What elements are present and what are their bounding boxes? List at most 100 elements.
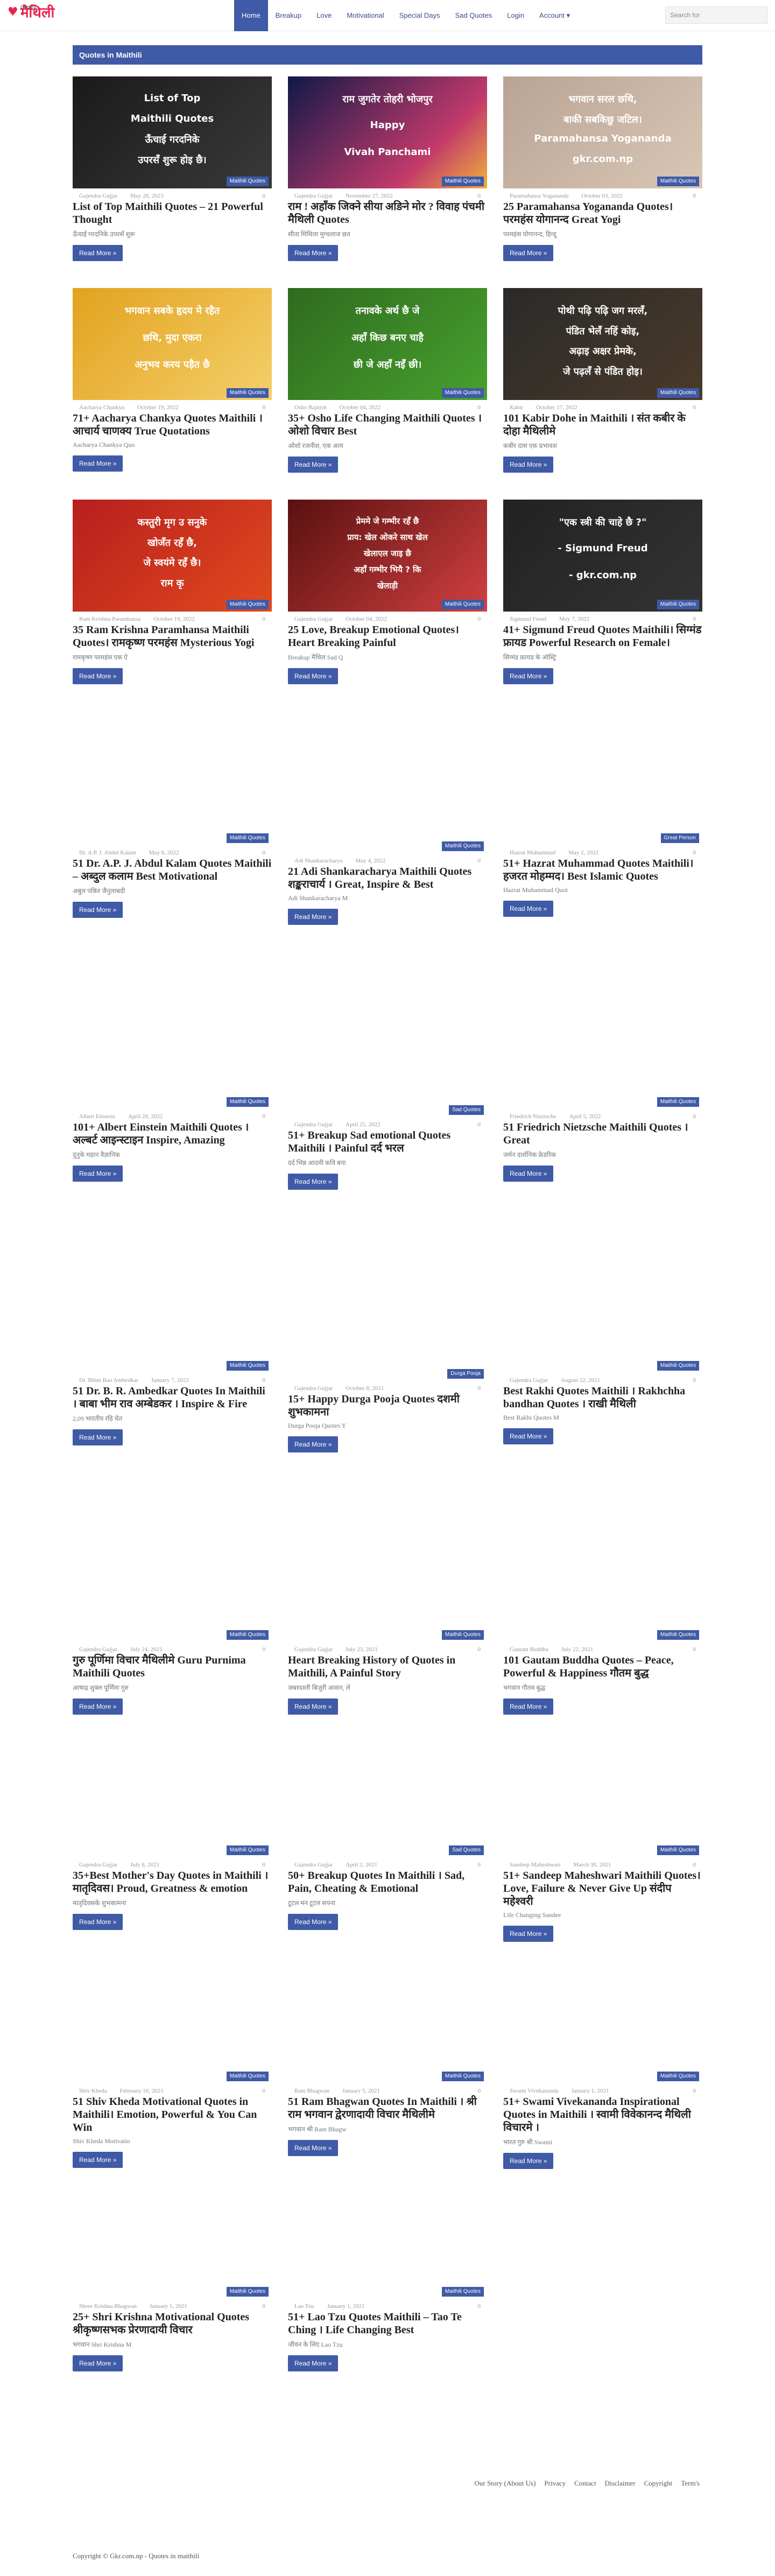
comment-count[interactable]: 0 [693,404,696,411]
post-author[interactable]: Gautam Buddha [510,1646,548,1653]
post-author[interactable]: Shiv Kheda [79,2088,107,2094]
post-title[interactable]: 35 Ram Krishna Paramhansa Maithili Quote… [73,623,272,649]
category-badge[interactable]: Maithili Quotes [226,600,269,609]
post-thumbnail[interactable]: Maithili Quotes तनावके अर्थ छै जे अहाँ किछ… [288,288,487,400]
category-badge[interactable]: Maithili Quotes [657,1845,699,1855]
post-thumbnail[interactable]: Sad Quotes [288,1766,487,1857]
post-title[interactable]: 51+ Lao Tzu Quotes Maithili – Tao Te Chi… [288,2311,487,2336]
comment-count[interactable]: 0 [478,1646,481,1653]
comment-count[interactable]: 0 [693,850,696,856]
post-thumbnail[interactable]: Maithili Quotes [73,1992,272,2083]
post-thumbnail[interactable]: Sad Quotes [288,1026,487,1117]
read-more-button[interactable]: Read More » [503,668,554,684]
post-title[interactable]: 51+ Hazrat Muhammad Quotes Maithili। हजर… [503,857,702,883]
post-author[interactable]: Kabir [510,404,523,411]
read-more-button[interactable]: Read More » [73,1166,123,1182]
post-thumbnail[interactable]: Maithili Quotes [288,762,487,853]
post-title[interactable]: 51 Shiv Kheda Motivational Quotes in Mai… [73,2095,272,2134]
post-thumbnail[interactable]: Maithili Quotes [73,1766,272,1857]
post-thumbnail[interactable]: Maithili Quotes [288,2207,487,2299]
read-more-button[interactable]: Read More » [288,2355,339,2371]
category-badge[interactable]: Maithili Quotes [657,600,699,609]
post-author[interactable]: Paramahansa Yogananda [510,193,568,199]
read-more-button[interactable]: Read More » [73,1698,123,1715]
read-more-button[interactable]: Read More » [503,245,554,261]
post-title[interactable]: Heart Breaking History of Quotes in Mait… [288,1654,487,1680]
read-more-button[interactable]: Read More » [288,457,339,473]
comment-count[interactable]: 0 [478,1121,481,1128]
post-thumbnail[interactable]: Maithili Quotes [73,1550,272,1642]
post-title[interactable]: 15+ Happy Durga Pooja Quotes दशमी शुभकाम… [288,1393,487,1419]
post-thumbnail[interactable]: Maithili Quotes [503,1992,702,2083]
comment-count[interactable]: 0 [478,1385,481,1392]
read-more-button[interactable]: Read More » [288,1914,339,1930]
read-more-button[interactable]: Read More » [503,1698,554,1715]
post-title[interactable]: गुरु पूर्णिमा विचार मैथिलीमे Guru Purnim… [73,1654,272,1680]
post-title[interactable]: 101 Gautam Buddha Quotes – Peace, Powerf… [503,1654,702,1680]
footer-link-privacy[interactable]: Privacy [544,2479,566,2488]
category-badge[interactable]: Maithili Quotes [441,2072,484,2081]
post-author[interactable]: Albert Einstein [79,1113,115,1120]
category-badge[interactable]: Maithili Quotes [226,1845,269,1855]
post-author[interactable]: Swami Vivekananda [510,2088,558,2094]
post-author[interactable]: Gajendra Gujjar [294,193,333,199]
post-thumbnail[interactable]: Maithili Quotes पोथी पढ़ि पढ़ि जग मरलँ, पं… [503,288,702,400]
post-author[interactable]: Adi Shankaracharya [294,858,343,864]
post-author[interactable]: Dr. A.P. J. Abdul Kalam [79,850,136,856]
post-author[interactable]: Ram Bhagwan [294,2088,329,2094]
footer-link-contact[interactable]: Contact [574,2479,596,2488]
post-author[interactable]: Sigmund Freud [510,616,546,622]
footer-link-copyright[interactable]: Copyright [644,2479,673,2488]
post-title[interactable]: 50+ Breakup Quotes In Maithili । Sad, Pa… [288,1869,487,1895]
post-title[interactable]: 101+ Albert Einstein Maithili Quotes । अ… [73,1121,272,1147]
menu-item-login[interactable]: Login [499,0,532,31]
comment-count[interactable]: 0 [693,2088,696,2094]
search-input[interactable]: Search for [665,6,767,24]
post-author[interactable]: Friedrich Nietzsche [510,1113,556,1120]
read-more-button[interactable]: Read More » [503,457,554,473]
category-badge[interactable]: Maithili Quotes [441,1630,484,1640]
post-thumbnail[interactable]: Maithili Quotes [288,1992,487,2083]
post-thumbnail[interactable]: Maithili Quotes प्रेममे जे गम्भीर रहँ छै प… [288,500,487,612]
category-badge[interactable]: Maithili Quotes [657,388,699,398]
post-thumbnail[interactable]: Maithili Quotes [73,754,272,845]
post-thumbnail[interactable]: Maithili Quotes राम जुगतेर तोहरी भोजपुर Ha… [288,76,487,188]
read-more-button[interactable]: Read More » [73,668,123,684]
post-author[interactable]: Hazrat Muhammad [510,850,555,856]
menu-item-account[interactable]: Account ▾ [532,0,577,31]
post-thumbnail[interactable]: Maithili Quotes "एक स्त्री की चाहे छै ?" -… [503,500,702,612]
post-title[interactable]: 35+Best Mother's Day Quotes in Maithili … [73,1869,272,1895]
comment-count[interactable]: 0 [263,616,266,622]
category-badge[interactable]: Maithili Quotes [226,1361,269,1371]
category-badge[interactable]: Maithili Quotes [441,841,484,851]
category-badge[interactable]: Maithili Quotes [657,1630,699,1640]
comment-count[interactable]: 0 [693,1862,696,1868]
post-title[interactable]: 51+ Swami Vivekananda Inspirational Quot… [503,2095,702,2134]
comment-count[interactable]: 0 [263,1646,266,1653]
comment-count[interactable]: 0 [263,404,266,411]
category-badge[interactable]: Maithili Quotes [441,600,484,609]
category-badge[interactable]: Maithili Quotes [441,177,484,186]
category-badge[interactable]: Maithili Quotes [226,1097,269,1107]
post-title[interactable]: 25 Love, Breakup Emotional Quotes। Heart… [288,623,487,649]
post-thumbnail[interactable]: Maithili Quotes कस्तुरी मृग उ सनुके खोजँत … [73,500,272,612]
read-more-button[interactable]: Read More » [288,1698,339,1715]
post-thumbnail[interactable]: Maithili Quotes [503,1550,702,1642]
comment-count[interactable]: 0 [478,404,481,411]
read-more-button[interactable]: Read More » [503,2153,554,2169]
post-title[interactable]: 71+ Aacharya Chankya Quotes Maithili । आ… [73,412,272,438]
post-author[interactable]: Gajendra Gujjar [510,1377,548,1384]
read-more-button[interactable]: Read More » [73,1429,123,1445]
category-badge[interactable]: Maithili Quotes [226,1630,269,1640]
post-title[interactable]: 51+ Breakup Sad emotional Quotes Maithil… [288,1129,487,1155]
comment-count[interactable]: 0 [693,1113,696,1120]
category-badge[interactable]: Maithili Quotes [657,177,699,186]
post-author[interactable]: Gajendra Gujjar [294,1862,333,1868]
read-more-button[interactable]: Read More » [73,902,123,918]
menu-item-motivational[interactable]: Motivational [339,0,391,31]
post-author[interactable]: Dr. Bhim Rao Ambedkar [79,1377,138,1384]
post-title[interactable]: 21 Adi Shankaracharya Maithili Quotes शङ… [288,865,487,891]
menu-item-love[interactable]: Love [309,0,339,31]
category-badge[interactable]: Maithili Quotes [226,2287,269,2297]
read-more-button[interactable]: Read More » [503,1166,554,1182]
